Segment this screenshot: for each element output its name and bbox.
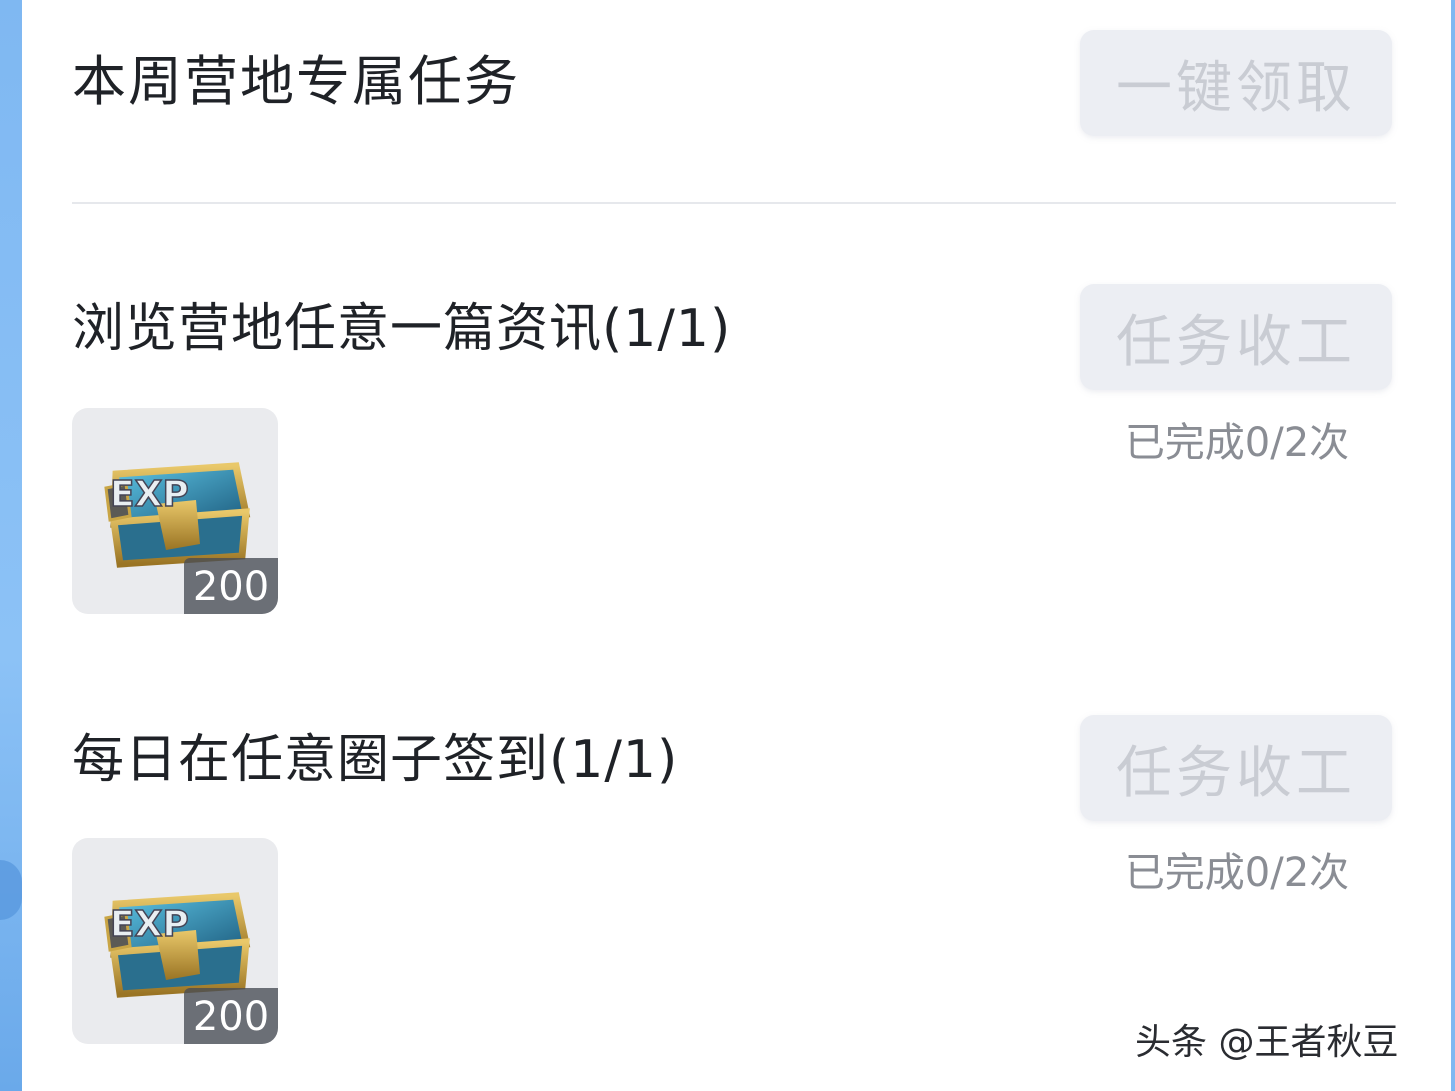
claim-all-button[interactable]: 一键领取 (1080, 30, 1392, 136)
task-title: 每日在任意圈子签到(1/1) (72, 730, 679, 790)
task-title: 浏览营地任意一篇资讯(1/1) (72, 299, 732, 359)
watermark: 头条 @王者秋豆 (1135, 1022, 1399, 1063)
exp-chest-icon: EXP (104, 892, 251, 998)
task-progress: 已完成0/2次 (1124, 850, 1350, 896)
task-panel: 本周营地专属任务 一键领取 浏览营地任意一篇资讯(1/1) 任务收工 已完成0/… (22, 0, 1451, 1091)
svg-text:EXP: EXP (110, 904, 189, 945)
left-background-strip (0, 0, 22, 1091)
divider (72, 202, 1396, 204)
task-progress: 已完成0/2次 (1124, 420, 1350, 466)
right-background-strip (1451, 0, 1455, 1091)
task-complete-button[interactable]: 任务收工 (1080, 715, 1392, 821)
svg-text:EXP: EXP (110, 474, 189, 515)
section-title: 本周营地专属任务 (72, 50, 520, 113)
reward-item: EXP 200 (72, 838, 278, 1044)
exp-chest-icon: EXP (104, 462, 251, 568)
reward-item: EXP 200 (72, 408, 278, 614)
task-complete-button[interactable]: 任务收工 (1080, 284, 1392, 390)
reward-count: 200 (184, 988, 278, 1044)
reward-count: 200 (184, 558, 278, 614)
